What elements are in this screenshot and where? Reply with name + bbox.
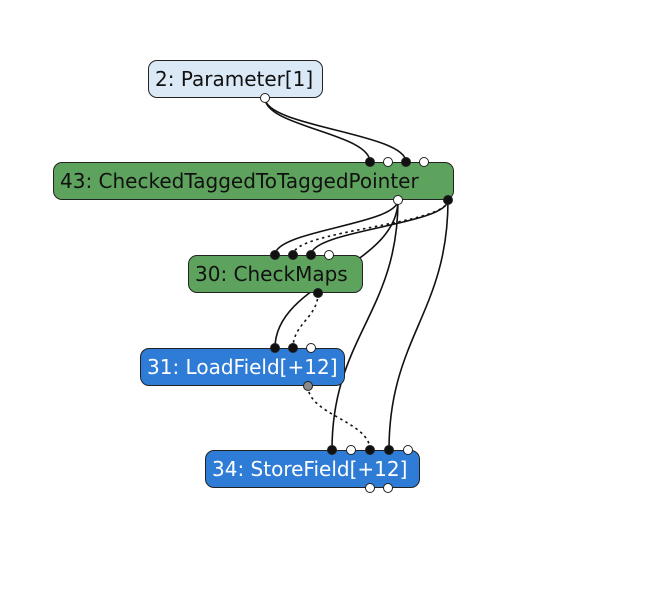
oport-dot[interactable] (260, 93, 270, 103)
iport-dot[interactable] (403, 445, 413, 455)
edge (293, 293, 318, 348)
iport-dot[interactable] (419, 157, 429, 167)
iport-dot[interactable] (365, 157, 375, 167)
iport-dot[interactable] (270, 343, 280, 353)
edges-layer (0, 0, 649, 593)
node-label: 34: StoreField[+12] (212, 459, 407, 479)
node-2[interactable]: 2: Parameter[1] (148, 60, 323, 98)
node-label: 30: CheckMaps (195, 264, 348, 284)
node-label: 43: CheckedTaggedToTaggedPointer (60, 171, 419, 191)
iport-dot[interactable] (383, 157, 393, 167)
node-43[interactable]: 43: CheckedTaggedToTaggedPointer (53, 162, 454, 200)
iport-dot[interactable] (384, 445, 394, 455)
oport-dot[interactable] (313, 288, 323, 298)
node-label: 31: LoadField[+12] (147, 357, 338, 377)
edge (293, 200, 448, 255)
oport-dot[interactable] (383, 483, 393, 493)
oport-dot[interactable] (303, 381, 313, 391)
node-31[interactable]: 31: LoadField[+12] (140, 348, 345, 386)
oport-dot[interactable] (393, 195, 403, 205)
edge (275, 200, 398, 255)
edge (308, 386, 370, 450)
edge (265, 98, 370, 162)
node-30[interactable]: 30: CheckMaps (188, 255, 363, 293)
oport-dot[interactable] (365, 483, 375, 493)
iport-dot[interactable] (288, 343, 298, 353)
iport-dot[interactable] (306, 250, 316, 260)
iport-dot[interactable] (401, 157, 411, 167)
edge (332, 200, 398, 450)
iport-dot[interactable] (324, 250, 334, 260)
edge (311, 200, 448, 255)
iport-dot[interactable] (306, 343, 316, 353)
iport-dot[interactable] (365, 445, 375, 455)
edge (389, 200, 448, 450)
iport-dot[interactable] (288, 250, 298, 260)
node-label: 2: Parameter[1] (155, 69, 313, 89)
iport-dot[interactable] (327, 445, 337, 455)
edge (265, 98, 406, 162)
iport-dot[interactable] (270, 250, 280, 260)
iport-dot[interactable] (346, 445, 356, 455)
oport-dot[interactable] (443, 195, 453, 205)
graph-canvas: 2: Parameter[1] 43: CheckedTaggedToTagged… (0, 0, 649, 593)
